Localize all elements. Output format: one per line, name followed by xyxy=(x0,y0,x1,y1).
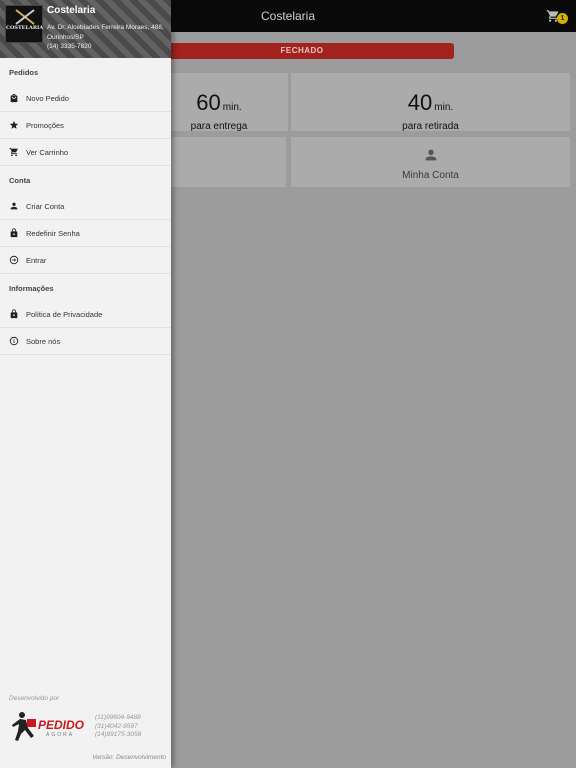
pickup-time-card: 40 min. para retirada xyxy=(291,73,570,132)
lock-icon xyxy=(10,228,18,238)
menu-item-label: Criar Conta xyxy=(26,202,65,211)
phone-line: (11)99604-9488 xyxy=(95,714,141,721)
menu-item-label: Promoções xyxy=(26,121,64,130)
menu-item-create-account[interactable]: Criar Conta xyxy=(0,193,171,220)
person-icon xyxy=(423,147,439,168)
pickup-time-value: 40 xyxy=(407,90,433,115)
shopping-bag-icon xyxy=(10,93,18,103)
info-icon xyxy=(9,336,19,346)
delivery-person-icon xyxy=(12,712,36,741)
menu-item-label: Sobre nós xyxy=(26,337,61,346)
menu-item-new-order[interactable]: Novo Pedido xyxy=(0,85,171,112)
delivery-time-unit: min. xyxy=(222,102,242,113)
cart-icon xyxy=(9,147,18,157)
developer-phones: (11)99604-9488 (31)4042-9597 (14)99175-3… xyxy=(95,714,141,740)
store-address: Av. Dr. Alcebíades Ferreira Moraes, 488,… xyxy=(47,24,164,41)
section-info: Informações xyxy=(9,284,54,293)
menu-item-privacy[interactable]: Política de Privacidade xyxy=(0,301,171,328)
brand-subtitle: AGORA xyxy=(46,732,75,738)
brand-logo[interactable]: PEDIDO AGORA xyxy=(10,707,85,745)
menu-item-about[interactable]: Sobre nós xyxy=(0,328,171,355)
delivery-time-value: 60 xyxy=(196,90,221,115)
side-drawer: COSTELARIA Costelaria Av. Dr. Alcebíades… xyxy=(0,0,171,768)
menu-item-reset-password[interactable]: Redefinir Senha xyxy=(0,220,171,247)
pickup-time-unit: min. xyxy=(434,102,454,113)
person-icon xyxy=(10,202,18,210)
menu-item-promotions[interactable]: Promoções xyxy=(0,112,171,139)
brand-name: PEDIDO xyxy=(38,718,85,732)
my-account-label: Minha Conta xyxy=(402,170,459,181)
menu-item-label: Novo Pedido xyxy=(26,94,69,103)
menu-item-cart[interactable]: Ver Carrinho xyxy=(0,139,171,166)
phone-line: (14)99175-3058 xyxy=(95,731,142,738)
menu-item-label: Política de Privacidade xyxy=(26,310,103,319)
login-icon xyxy=(9,255,19,265)
developed-by-label: Desenvolvido por xyxy=(9,695,60,702)
section-orders: Pedidos xyxy=(9,68,39,77)
lock-icon xyxy=(10,309,18,319)
menu-item-label: Entrar xyxy=(26,256,47,265)
store-name: Costelaria xyxy=(47,5,96,16)
drawer-header: COSTELARIA Costelaria Av. Dr. Alcebíades… xyxy=(0,0,171,58)
pickup-time-label: para retirada xyxy=(402,121,459,132)
my-account-button[interactable]: Minha Conta xyxy=(291,137,570,187)
cart-count-badge: 1 xyxy=(557,13,568,24)
cart-button[interactable]: 1 xyxy=(546,9,568,27)
section-account: Conta xyxy=(9,176,31,185)
menu-item-login[interactable]: Entrar xyxy=(0,247,171,274)
store-logo: COSTELARIA xyxy=(5,5,43,43)
menu-item-label: Ver Carrinho xyxy=(26,148,69,157)
phone-line: (31)4042-9597 xyxy=(95,722,138,730)
version-label: Versão: Desenvolvimento xyxy=(92,754,166,761)
status-badge: FECHADO xyxy=(150,43,454,59)
star-icon xyxy=(9,120,19,129)
logo-text: COSTELARIA xyxy=(6,25,44,31)
menu-item-label: Redefinir Senha xyxy=(26,229,80,238)
store-phone: (14) 3335-7820 xyxy=(47,43,92,50)
